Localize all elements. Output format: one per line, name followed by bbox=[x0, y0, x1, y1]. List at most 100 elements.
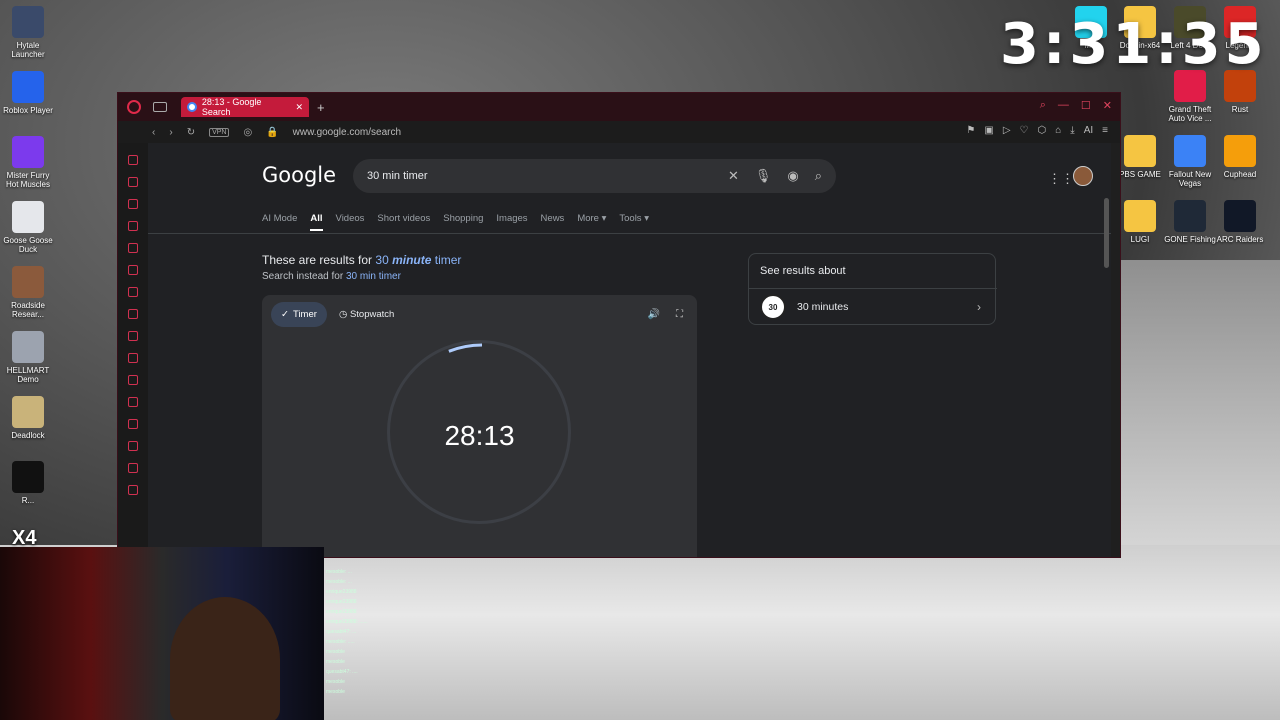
avatar[interactable] bbox=[1073, 166, 1093, 186]
original-query-link[interactable]: 30 min timer bbox=[346, 271, 401, 282]
sidebar-icon[interactable] bbox=[128, 287, 138, 297]
desktop-shortcut-label: Rust bbox=[1231, 105, 1249, 114]
desktop-shortcut[interactable]: Roblox Player bbox=[0, 71, 56, 115]
sidebar-icon[interactable] bbox=[128, 243, 138, 253]
sidebar-icon[interactable] bbox=[128, 485, 138, 495]
chat-message: mesoble bbox=[326, 649, 345, 655]
tab-title: 28:13 - Google Search bbox=[201, 97, 262, 117]
search-tab[interactable]: Short videos bbox=[377, 213, 430, 231]
desktop-shortcut[interactable]: Fallout New Vegas bbox=[1162, 135, 1218, 188]
search-tab[interactable]: Images bbox=[496, 213, 527, 231]
timer-mode-button[interactable]: ✓ Timer bbox=[271, 302, 327, 327]
search-tab[interactable]: Tools ▾ bbox=[619, 213, 649, 231]
search-box[interactable]: 30 min timer ✕ 🎙 ◉ ⌕ bbox=[353, 159, 836, 193]
desktop-shortcut[interactable]: R... bbox=[0, 461, 56, 505]
sidebar-icon[interactable] bbox=[128, 463, 138, 473]
tab-google-search[interactable]: 28:13 - Google Search ✕ bbox=[181, 97, 309, 117]
stopwatch-mode-button[interactable]: ◷ Stopwatch bbox=[339, 309, 394, 320]
knowledge-panel-title: See results about bbox=[760, 265, 846, 277]
lens-icon[interactable]: ◉ bbox=[787, 168, 798, 184]
heart-icon[interactable]: ♡ bbox=[1020, 125, 1029, 136]
sidebar-icon[interactable] bbox=[128, 397, 138, 407]
desktop-shortcut[interactable]: Hytale Launcher bbox=[0, 6, 56, 59]
spelling-notice: These are results for 30 minute timer bbox=[262, 253, 461, 267]
player-icon[interactable]: ▷ bbox=[1003, 125, 1011, 136]
menu-icon[interactable]: ≡ bbox=[1102, 125, 1108, 136]
clear-icon[interactable]: ✕ bbox=[728, 168, 739, 184]
snapshot-icon[interactable]: ▣ bbox=[984, 125, 993, 136]
desktop-shortcut[interactable]: Goose Goose Duck bbox=[0, 201, 56, 254]
search-tab[interactable]: Shopping bbox=[443, 213, 483, 231]
location-icon[interactable]: ◎ bbox=[243, 127, 252, 138]
sidebar-icon[interactable] bbox=[128, 375, 138, 385]
chat-message: enrique23988 bbox=[326, 589, 357, 595]
forward-icon[interactable]: › bbox=[169, 127, 172, 138]
sidebar-icon[interactable] bbox=[128, 331, 138, 341]
search-icon[interactable]: ⌕ bbox=[815, 168, 822, 184]
sidebar-icon[interactable] bbox=[128, 309, 138, 319]
sidebar-icon[interactable] bbox=[128, 177, 138, 187]
chat-overlay: mesoble: ... mesoble: ... enrique23988 enri… bbox=[326, 567, 486, 697]
bookmark-icon[interactable]: ⚑ bbox=[966, 125, 975, 136]
google-logo[interactable]: Google bbox=[262, 163, 336, 187]
app-icon bbox=[1124, 135, 1156, 167]
sidebar-icon[interactable] bbox=[128, 441, 138, 451]
fullscreen-icon[interactable]: ⛶ bbox=[676, 309, 683, 320]
lock-icon[interactable]: 🔒 bbox=[266, 127, 278, 138]
app-icon bbox=[12, 461, 44, 493]
app-icon bbox=[12, 266, 44, 298]
sidebar-icon[interactable] bbox=[128, 155, 138, 165]
divider bbox=[148, 233, 1111, 234]
reload-icon[interactable]: ↻ bbox=[187, 127, 195, 138]
desktop-shortcut[interactable]: HELLMART Demo bbox=[0, 331, 56, 384]
chat-message: mesoble bbox=[326, 659, 345, 665]
desktop-shortcut[interactable]: Cuphead bbox=[1212, 135, 1268, 179]
download-icon[interactable]: ⤓ bbox=[1070, 125, 1074, 136]
desktop-shortcut[interactable]: ARC Raiders bbox=[1212, 200, 1268, 244]
minimize-icon[interactable]: — bbox=[1058, 99, 1069, 112]
app-icon bbox=[12, 71, 44, 103]
sidebar-icon[interactable] bbox=[128, 419, 138, 429]
mic-icon[interactable]: 🎙 bbox=[755, 168, 772, 184]
app-icon bbox=[1124, 200, 1156, 232]
desktop-shortcut[interactable]: GONE Fishing bbox=[1162, 200, 1218, 244]
sidebar-icon[interactable] bbox=[128, 221, 138, 231]
back-icon[interactable]: ‹ bbox=[152, 127, 155, 138]
sound-icon[interactable]: 🔊 bbox=[648, 309, 660, 320]
desktop-shortcut-label: Hytale Launcher bbox=[11, 41, 45, 59]
desktop-shortcut[interactable]: Deadlock bbox=[0, 396, 56, 440]
url-field[interactable]: www.google.com/search bbox=[293, 127, 401, 138]
close-window-icon[interactable]: ✕ bbox=[1103, 99, 1112, 112]
vpn-badge[interactable]: VPN bbox=[209, 127, 230, 137]
corrected-query-link[interactable]: 30 minute timer bbox=[375, 253, 461, 267]
chat-message: enrique23988 bbox=[326, 609, 357, 615]
sidebar-icon[interactable] bbox=[128, 353, 138, 363]
search-tab[interactable]: Videos bbox=[336, 213, 365, 231]
search-input[interactable]: 30 min timer bbox=[367, 170, 712, 182]
sidebar-icon[interactable] bbox=[128, 265, 138, 275]
close-tab-icon[interactable]: ✕ bbox=[295, 102, 303, 113]
wallet-icon[interactable]: ⌂ bbox=[1055, 125, 1061, 136]
new-tab-icon[interactable]: + bbox=[317, 100, 325, 115]
knowledge-panel-item[interactable]: 30 30 minutes bbox=[760, 294, 848, 320]
desktop-shortcut[interactable]: Roadside Resear... bbox=[0, 266, 56, 319]
corrected-query-part: 30 bbox=[375, 253, 393, 267]
search-tabs-icon[interactable]: ⌕ bbox=[1040, 99, 1046, 112]
app-icon bbox=[1224, 135, 1256, 167]
search-tab[interactable]: All bbox=[310, 213, 323, 231]
search-tab[interactable]: More ▾ bbox=[577, 213, 606, 231]
desktop-shortcut[interactable]: Grand Theft Auto Vice ... bbox=[1162, 70, 1218, 123]
wallpaper bbox=[1120, 260, 1280, 560]
maximize-icon[interactable]: ☐ bbox=[1081, 99, 1091, 112]
desktop-shortcut[interactable]: Mister Furry Hot Muscles bbox=[0, 136, 56, 189]
search-tab[interactable]: News bbox=[541, 213, 565, 231]
streamer bbox=[170, 597, 280, 720]
chevron-right-icon[interactable]: › bbox=[977, 300, 981, 314]
scrollbar[interactable] bbox=[1104, 198, 1109, 268]
opera-logo-icon[interactable] bbox=[127, 100, 141, 114]
search-tab[interactable]: AI Mode bbox=[262, 213, 297, 231]
tab-islands-icon[interactable] bbox=[153, 102, 167, 112]
extensions-icon[interactable]: ⬡ bbox=[1038, 125, 1047, 136]
ai-button[interactable]: AI bbox=[1084, 125, 1093, 136]
sidebar-icon[interactable] bbox=[128, 199, 138, 209]
